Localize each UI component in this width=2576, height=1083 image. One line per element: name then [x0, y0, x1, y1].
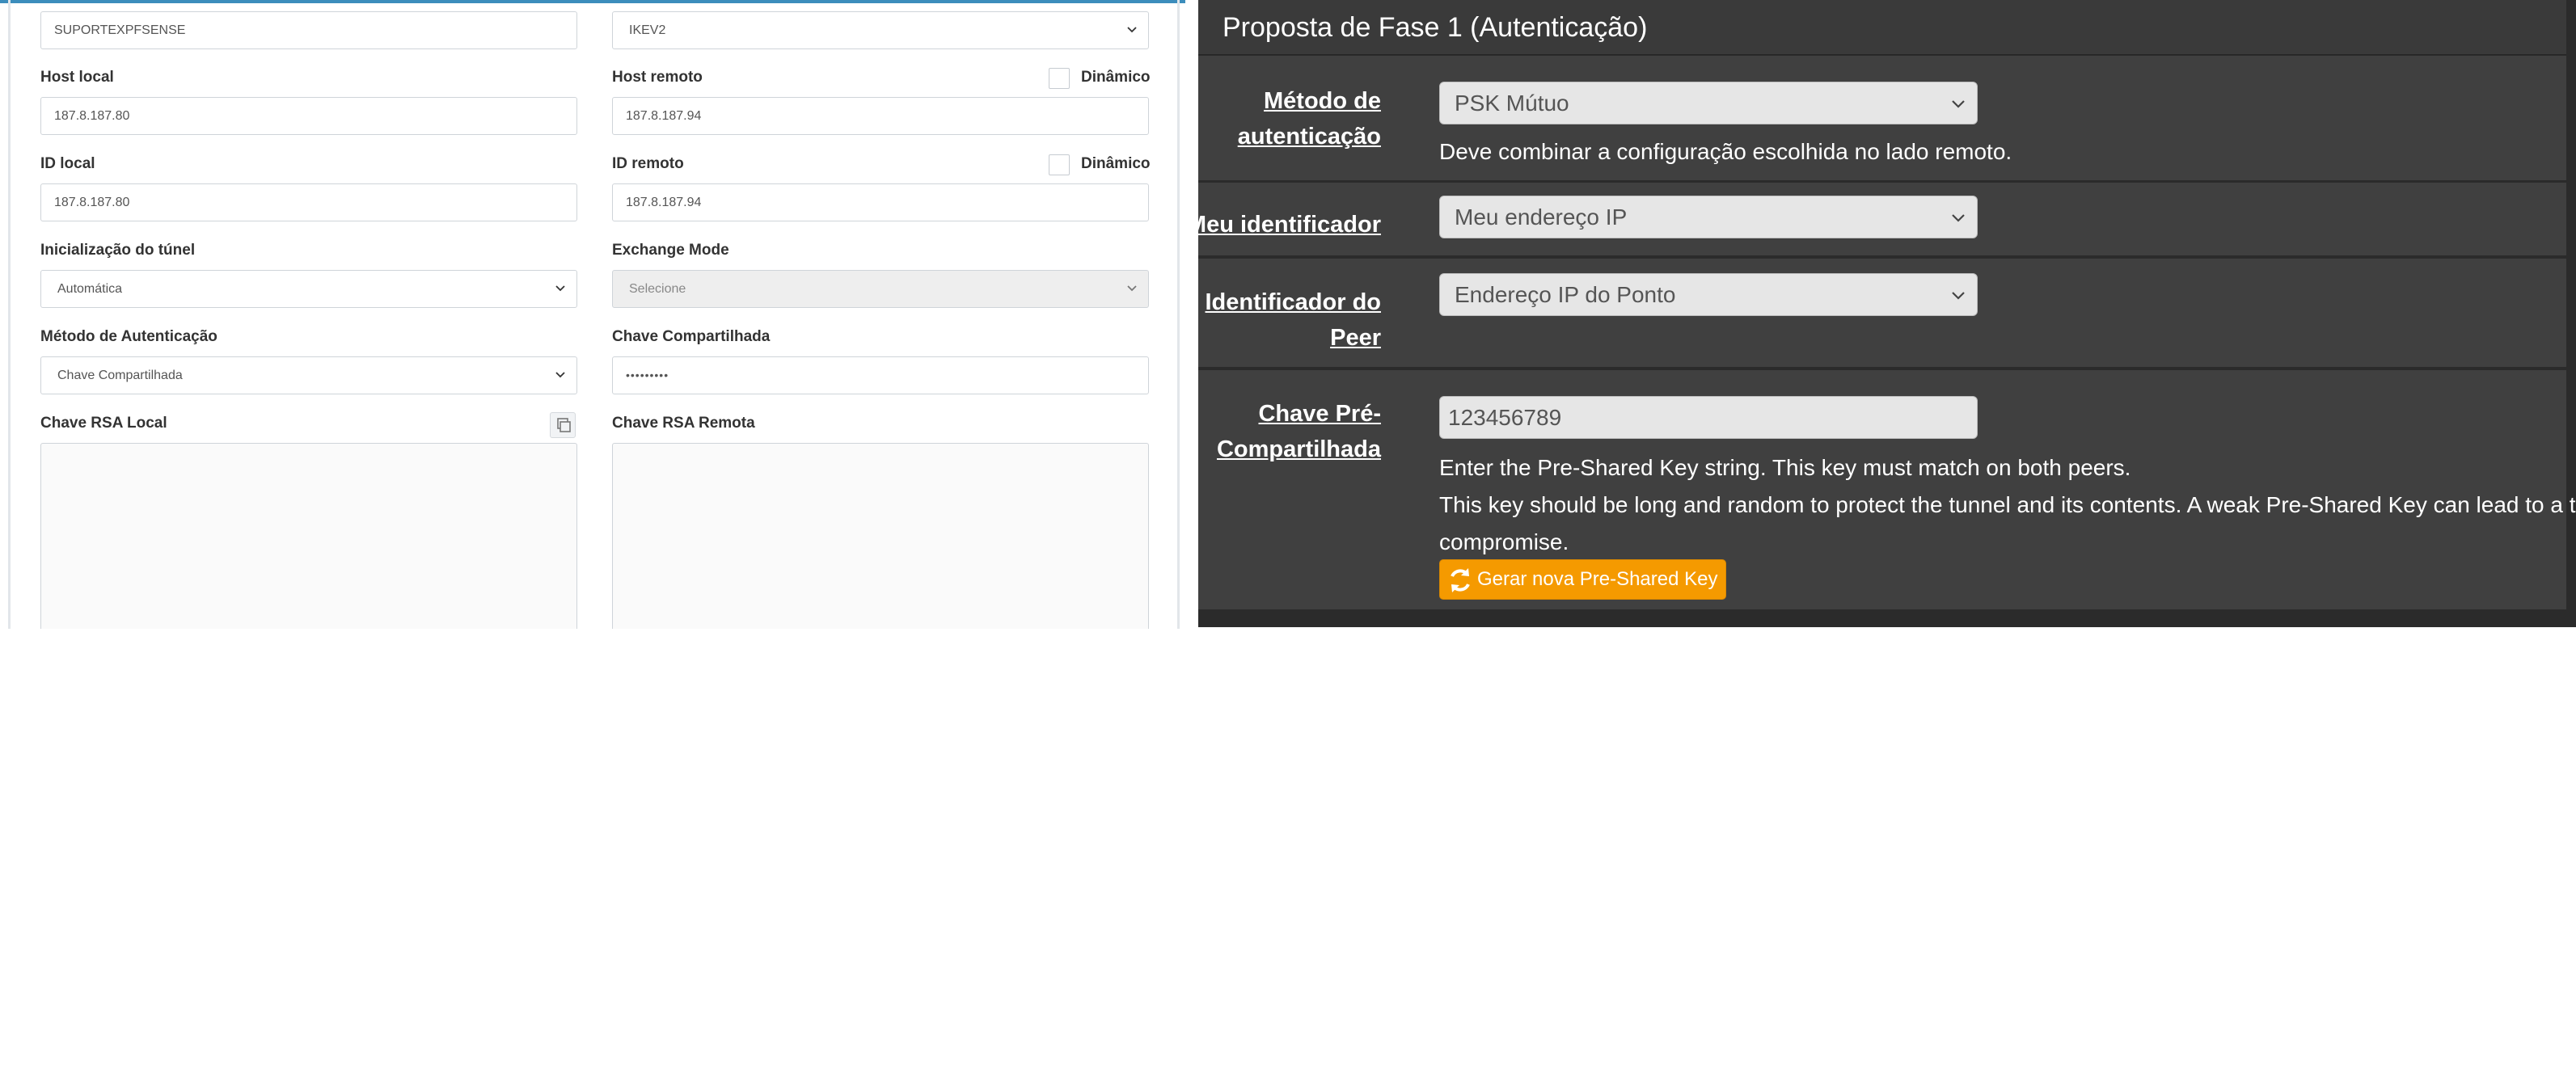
ike-version-select[interactable]: IKEV2 [612, 11, 1149, 49]
ike-version-value: IKEV2 [629, 23, 666, 37]
copy-icon [557, 418, 571, 432]
chevron-down-icon [1952, 214, 1965, 222]
peer-identifier-label-line1: Identificador do [1205, 289, 1382, 315]
rsa-remote-textarea[interactable] [612, 443, 1149, 629]
top-accent-bar [0, 0, 1185, 3]
chevron-down-icon [1952, 292, 1965, 300]
auth-method-select[interactable]: PSK Mútuo [1439, 82, 1978, 124]
tunnel-init-select[interactable]: Automática [40, 270, 577, 308]
shared-key-label: Chave Compartilhada [612, 328, 771, 345]
chevron-down-icon [1127, 285, 1137, 292]
rsa-local-textarea[interactable] [40, 443, 577, 629]
panel-heading: Proposta de Fase 1 (Autenticação) [1198, 0, 2566, 55]
psk-label-line2: Compartilhada [1216, 436, 1381, 462]
host-remoto-input[interactable]: 187.8.187.94 [612, 97, 1149, 135]
exchange-mode-select[interactable]: Selecione [612, 270, 1149, 308]
id-local-input[interactable]: 187.8.187.80 [40, 183, 577, 221]
host-remoto-label: Host remoto [612, 69, 703, 86]
auth-method-label-line2: autenticação [1237, 124, 1381, 150]
host-remoto-dynamic-label: Dinâmico [1081, 69, 1151, 86]
psk-row: Chave Pré- Compartilhada 123456789 Enter… [1198, 370, 2576, 611]
rsa-remote-label: Chave RSA Remota [612, 415, 755, 432]
psk-label-line1: Chave Pré- [1258, 401, 1381, 427]
exchange-mode-value: Selecione [629, 282, 686, 296]
peer-identifier-label: Identificador do Peer [1198, 284, 1382, 356]
host-remoto-dynamic-checkbox[interactable] [1049, 68, 1070, 89]
shared-key-input[interactable]: ••••••••• [612, 356, 1149, 394]
generate-psk-label: Gerar nova Pre-Shared Key [1477, 568, 1718, 590]
tunnel-init-label: Inicialização do túnel [40, 242, 196, 259]
auth-method-value: PSK Mútuo [1455, 91, 1569, 116]
panel-border-left [8, 0, 11, 629]
psk-help-line1: Enter the Pre-Shared Key string. This ke… [1439, 455, 2131, 480]
generate-psk-button[interactable]: Gerar nova Pre-Shared Key [1439, 559, 1727, 600]
auth-method-select[interactable]: Chave Compartilhada [40, 356, 577, 394]
rsa-local-label: Chave RSA Local [40, 415, 167, 432]
phase1-auth-panel: Proposta de Fase 1 (Autenticação) Método… [1198, 0, 2576, 627]
host-local-label: Host local [40, 69, 114, 86]
psk-help-line3: compromise. [1439, 529, 1569, 554]
id-remoto-dynamic-label: Dinâmico [1081, 155, 1151, 172]
copy-button[interactable] [550, 412, 576, 438]
my-identifier-value: Meu endereço IP [1455, 204, 1628, 230]
refresh-icon [1451, 568, 1470, 592]
auth-method-value: Chave Compartilhada [57, 369, 183, 382]
psk-label: Chave Pré- Compartilhada [1198, 396, 1381, 467]
tunnel-init-value: Automática [57, 282, 123, 296]
chevron-down-icon [1127, 27, 1137, 33]
panel-border-right [1177, 0, 1180, 629]
id-remoto-label: ID remoto [612, 155, 684, 172]
auth-method-help: Deve combinar a configuração escolhida n… [1439, 139, 2012, 164]
chevron-down-icon [1952, 100, 1965, 108]
psk-input[interactable]: 123456789 [1439, 396, 1978, 439]
peer-description-input[interactable]: SUPORTEXPFSENSE [40, 11, 577, 49]
auth-method-label-line1: Método de [1264, 88, 1381, 114]
psk-help-line2: This key should be long and random to pr… [1439, 492, 2576, 517]
peer-identifier-value: Endereço IP do Ponto [1455, 282, 1676, 307]
id-remoto-dynamic-checkbox[interactable] [1049, 154, 1070, 175]
auth-method-row: Método de autenticação PSK Mútuo Deve co… [1198, 56, 2566, 182]
exchange-mode-label: Exchange Mode [612, 242, 729, 259]
id-local-label: ID local [40, 155, 95, 172]
host-local-input[interactable]: 187.8.187.80 [40, 97, 577, 135]
id-remoto-input[interactable]: 187.8.187.94 [612, 183, 1149, 221]
my-identifier-select[interactable]: Meu endereço IP [1439, 196, 1978, 238]
auth-method-label: Método de autenticação [1198, 83, 1381, 154]
peer-identifier-row: Identificador do Peer Endereço IP do Pon… [1198, 259, 2566, 369]
panel-footer-bar [1198, 613, 2576, 627]
left-ipsec-form: SUPORTEXPFSENSE IKEV2 Host local Host re… [0, 0, 1185, 629]
chevron-down-icon [555, 372, 565, 378]
auth-method-label: Método de Autenticação [40, 328, 217, 345]
panel-title: Proposta de Fase 1 (Autenticação) [1223, 12, 1648, 43]
my-identifier-row: Meu identificador Meu endereço IP [1198, 183, 2566, 257]
peer-identifier-select[interactable]: Endereço IP do Ponto [1439, 273, 1978, 316]
chevron-down-icon [555, 285, 565, 292]
peer-identifier-label-line2: Peer [1330, 325, 1381, 351]
my-identifier-label: Meu identificador [1198, 212, 1381, 238]
